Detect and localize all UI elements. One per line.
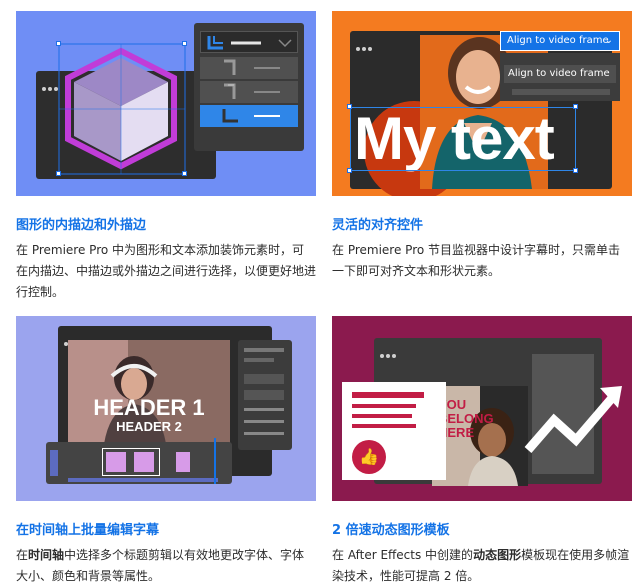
thumbnail-timeline: HEADER 1 HEADER 2 bbox=[16, 316, 316, 501]
chevron-down-icon bbox=[278, 39, 292, 48]
thumbnail-align: My text Align to video frame ⌄ Align to … bbox=[332, 11, 632, 196]
card-title[interactable]: 2 倍速动态图形模板 bbox=[332, 519, 450, 538]
align-menu: Align to video frame bbox=[500, 53, 620, 101]
stroke-panel bbox=[194, 23, 304, 151]
caption-clip[interactable] bbox=[134, 452, 154, 472]
text-selection-box bbox=[350, 107, 576, 171]
lower-third-card[interactable]: 👍 bbox=[342, 382, 446, 480]
stroke-option-outer[interactable] bbox=[200, 57, 298, 79]
card-title[interactable]: 图形的内描边和外描边 bbox=[16, 214, 146, 233]
resize-handle[interactable] bbox=[347, 168, 352, 173]
stroke-option-inner[interactable] bbox=[200, 105, 298, 127]
align-menu-item[interactable]: Align to video frame bbox=[504, 65, 616, 83]
chevron-down-icon: ⌄ bbox=[604, 35, 613, 46]
card-title[interactable]: 灵活的对齐控件 bbox=[332, 214, 423, 233]
caption-clip[interactable] bbox=[106, 452, 126, 472]
resize-handle[interactable] bbox=[182, 41, 187, 46]
menu-placeholder bbox=[512, 89, 610, 95]
thumbnail-mogrt: YOU BELONG HERE 👍 bbox=[332, 316, 632, 501]
card-description: 在时间轴中选择多个标题剪辑以有效地更改字体、字体大小、颜色和背景等属性。 bbox=[16, 548, 305, 583]
thumbnail-stroke bbox=[16, 11, 316, 196]
thumbs-up-icon: 👍 bbox=[352, 440, 386, 474]
header1-text[interactable]: HEADER 1 bbox=[68, 396, 230, 420]
slider[interactable] bbox=[244, 408, 284, 411]
resize-handle[interactable] bbox=[347, 104, 352, 109]
timeline[interactable] bbox=[46, 438, 232, 484]
resize-handle[interactable] bbox=[573, 168, 578, 173]
stroke-dropdown[interactable] bbox=[200, 31, 298, 53]
header2-text[interactable]: HEADER 2 bbox=[68, 419, 230, 435]
resize-handle[interactable] bbox=[56, 171, 61, 176]
playhead[interactable] bbox=[214, 438, 216, 484]
caption-clip[interactable] bbox=[176, 452, 190, 472]
properties-panel bbox=[238, 340, 292, 450]
card-description: 在 Premiere Pro 中为图形和文本添加装饰元素时，可在内描边、中描边或… bbox=[16, 243, 317, 299]
align-dropdown[interactable]: Align to video frame ⌄ bbox=[500, 31, 620, 51]
resize-handle[interactable] bbox=[573, 104, 578, 109]
stroke-option-center[interactable] bbox=[200, 81, 298, 103]
trend-arrow-icon bbox=[524, 395, 616, 453]
resize-handle[interactable] bbox=[182, 171, 187, 176]
align-dropdown-label: Align to video frame bbox=[507, 35, 609, 46]
slider[interactable] bbox=[244, 420, 284, 423]
slider[interactable] bbox=[244, 432, 284, 435]
card-description: 在 Premiere Pro 节目监视器中设计字幕时，只需单击一下即可对齐文本和… bbox=[332, 243, 621, 278]
card-title[interactable]: 在时间轴上批量编辑字幕 bbox=[16, 519, 159, 538]
card-description: 在 After Effects 中创建的动态图形模板现在使用多帧渲染技术，性能可… bbox=[332, 548, 630, 583]
resize-handle[interactable] bbox=[56, 41, 61, 46]
